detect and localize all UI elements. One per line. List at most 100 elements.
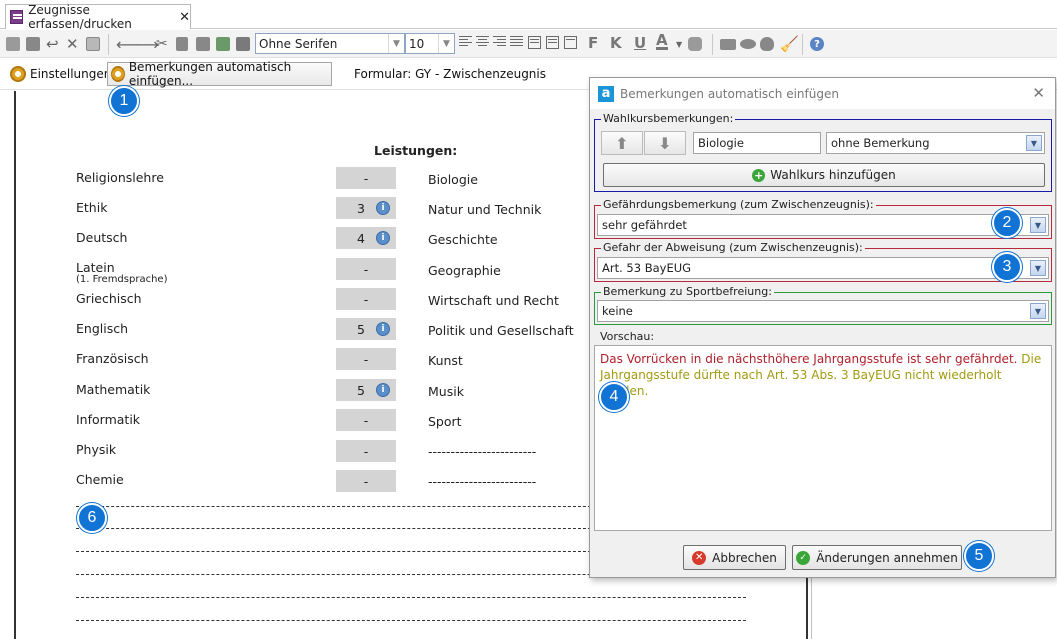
elective-course-input[interactable]: Biologie	[693, 132, 821, 154]
preview-label: Vorschau:	[600, 330, 655, 343]
auto-remarks-label: Bemerkungen automatisch einfügen...	[128, 60, 292, 88]
grade-field[interactable]: -	[336, 470, 396, 492]
chevron-down-icon[interactable]: ▼	[1030, 260, 1046, 276]
risk-remark-select[interactable]: sehr gefährdet ▼	[597, 214, 1049, 236]
settings-small-icon[interactable]	[86, 36, 100, 52]
subject-name: Natur und Technik	[428, 202, 542, 217]
dialog-titlebar[interactable]: a Bemerkungen automatisch einfügen ✕	[590, 78, 1055, 109]
formatting-toolbar: ↩ ✕ ⟵ ⟶ ✂ Ohne Serifen ▼ 10 ▼ F K U A ▼ …	[0, 30, 1057, 58]
subject-name: Geographie	[428, 263, 501, 278]
info-icon[interactable]: i	[376, 322, 390, 336]
plus-icon: +	[752, 168, 766, 182]
font-color-button[interactable]: A	[656, 33, 668, 50]
table-icon[interactable]	[236, 36, 250, 52]
italic-button[interactable]: K	[610, 34, 622, 52]
rejection-risk-value: Art. 53 BayEUG	[602, 261, 692, 275]
save-icon[interactable]	[26, 36, 40, 52]
frame-icon-1[interactable]	[528, 36, 541, 49]
align-justify-icon[interactable]	[510, 36, 523, 49]
close-icon[interactable]: ✕	[179, 10, 190, 25]
risk-remark-label: Gefährdungsbemerkung (zum Zwischenzeugni…	[601, 198, 876, 211]
font-family-select[interactable]: Ohne Serifen	[255, 33, 389, 54]
add-elective-label: Wahlkurs hinzufügen	[770, 168, 896, 182]
risk-remark-value: sehr gefährdet	[602, 218, 687, 232]
disk-icon[interactable]	[740, 36, 756, 52]
add-elective-button[interactable]: + Wahlkurs hinzufügen	[603, 163, 1045, 187]
arrow-up-icon: ⬆	[615, 133, 629, 153]
remark-line	[76, 620, 746, 621]
font-family-dropdown[interactable]: ▼	[388, 33, 405, 54]
remark-line	[76, 551, 591, 552]
grade-field[interactable]: -	[336, 409, 396, 431]
grade-field[interactable]: -	[336, 258, 396, 280]
subject-name: Griechisch	[76, 291, 142, 306]
cut-icon[interactable]: ✂	[156, 36, 168, 52]
chevron-down-icon[interactable]: ▼	[1030, 217, 1046, 233]
delete-icon[interactable]: ✕	[66, 35, 79, 53]
grade-field[interactable]: -	[336, 440, 396, 462]
grade-field[interactable]: 5i	[336, 379, 396, 401]
subject-name: Kunst	[428, 353, 463, 368]
field-icon[interactable]	[216, 36, 230, 52]
elective-remark-select[interactable]: ohne Bemerkung ▼	[826, 132, 1045, 154]
bold-button[interactable]: F	[588, 34, 598, 52]
check-icon: ✓	[796, 550, 811, 565]
font-size-select[interactable]: 10	[405, 33, 439, 54]
frame-icon-2[interactable]	[546, 36, 559, 49]
broom-icon[interactable]: 🧹	[780, 35, 799, 53]
settings-button[interactable]: Einstellungen	[7, 62, 114, 86]
help-icon[interactable]: ?	[810, 36, 824, 52]
move-down-button[interactable]: ⬇	[644, 131, 686, 155]
cancel-button[interactable]: ✕ Abbrechen	[683, 545, 786, 570]
app-logo-icon: a	[598, 85, 614, 102]
move-up-button[interactable]: ⬆	[601, 131, 643, 155]
grade-value: -	[363, 412, 369, 428]
grade-field[interactable]: 4i	[336, 227, 396, 249]
info-icon[interactable]: i	[376, 383, 390, 397]
chevron-down-icon[interactable]: ▼	[1030, 303, 1046, 319]
grade-field[interactable]: -	[336, 288, 396, 310]
subject-name: Informatik	[76, 412, 141, 427]
sport-exemption-select[interactable]: keine ▼	[597, 300, 1049, 322]
subject-name: Englisch	[76, 321, 129, 336]
rejection-risk-select[interactable]: Art. 53 BayEUG ▼	[597, 257, 1049, 279]
close-icon[interactable]: ✕	[1032, 84, 1045, 102]
stamp-icon[interactable]	[688, 36, 702, 52]
form-label: Formular: GY - Zwischenzeugnis	[354, 67, 546, 81]
chevron-down-icon[interactable]: ▼	[1026, 135, 1042, 151]
grade-field[interactable]: 3i	[336, 197, 396, 219]
font-size-dropdown[interactable]: ▼	[438, 33, 455, 54]
settings-label: Einstellungen	[30, 67, 112, 81]
remark-line	[76, 528, 591, 529]
print-icon[interactable]	[720, 36, 736, 52]
subject-name: Wirtschaft und Recht	[428, 293, 559, 308]
callout-badge: 6	[77, 503, 107, 533]
info-icon[interactable]: i	[376, 201, 390, 215]
underline-button[interactable]: U	[634, 34, 646, 52]
chevron-down-icon[interactable]: ▼	[676, 36, 682, 52]
info-icon[interactable]: i	[376, 231, 390, 245]
elective-remarks-label: Wahlkursbemerkungen:	[601, 112, 736, 125]
accept-button[interactable]: ✓ Änderungen annehmen	[792, 545, 962, 570]
grades-heading: Leistungen:	[374, 143, 458, 158]
paste-icon[interactable]	[196, 36, 210, 52]
arrow-down-icon: ⬇	[658, 133, 672, 153]
align-left-icon[interactable]	[459, 36, 472, 49]
undo-icon[interactable]: ↩	[46, 35, 59, 53]
preview-box: Das Vorrücken in die nächsthöhere Jahrga…	[594, 345, 1052, 531]
grade-field[interactable]: -	[336, 348, 396, 370]
placeholder-line: ------------------------	[428, 444, 537, 459]
align-right-icon[interactable]	[493, 36, 506, 49]
new-doc-icon[interactable]	[6, 36, 20, 52]
subject-note: (1. Fremdsprache)	[76, 274, 168, 285]
copy-icon[interactable]	[176, 36, 188, 52]
callout-badge: 4	[599, 382, 629, 412]
subject-name: Französisch	[76, 351, 149, 366]
tab-zeugnisse[interactable]: Zeugnisse erfassen/drucken ✕	[5, 3, 191, 31]
grade-field[interactable]: 5i	[336, 318, 396, 340]
frame-icon-3[interactable]	[564, 36, 577, 49]
auto-remarks-button[interactable]: Bemerkungen automatisch einfügen...	[107, 60, 332, 88]
bulb-icon[interactable]	[760, 36, 774, 52]
align-center-icon[interactable]	[476, 36, 489, 49]
grade-field[interactable]: -	[336, 167, 396, 189]
